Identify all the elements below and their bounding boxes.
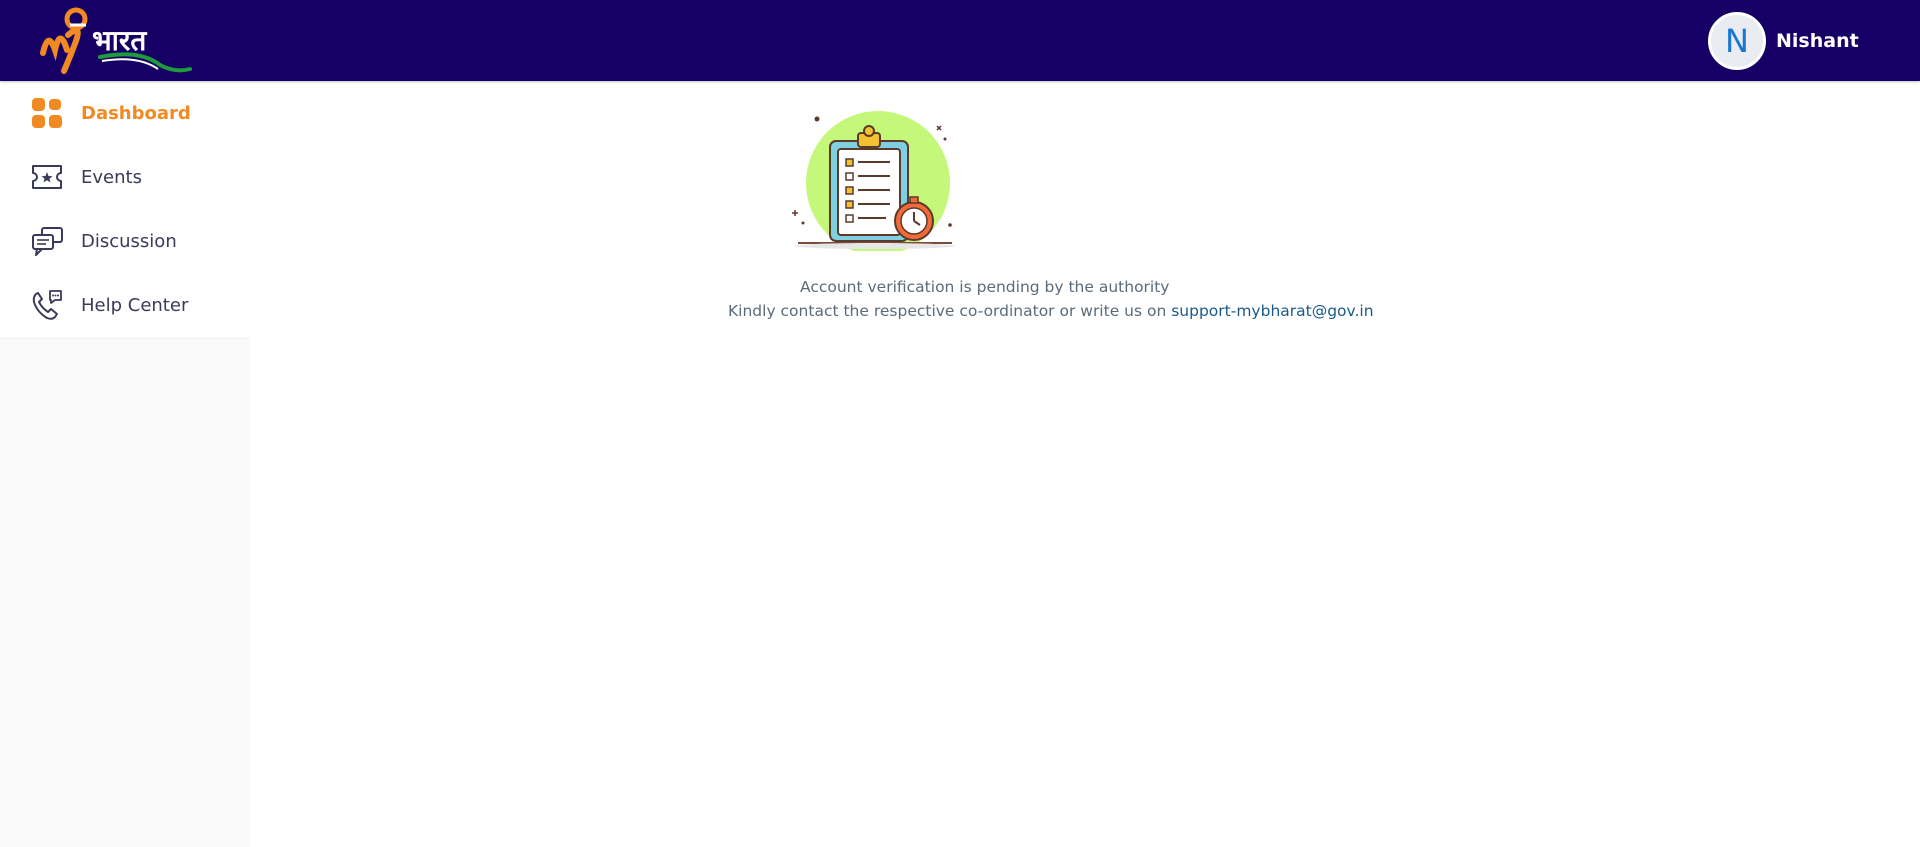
sidebar-item-label: Dashboard (81, 102, 191, 124)
mybharat-logo[interactable]: भारत (40, 5, 195, 75)
user-profile[interactable]: N Nishant (1708, 11, 1859, 70)
dashboard-grid-icon (30, 96, 64, 130)
main-content: Account verification is pending by the a… (250, 81, 1920, 847)
contact-instruction: Kindly contact the respective co-ordinat… (728, 302, 1374, 320)
sidebar-item-dashboard[interactable]: Dashboard (0, 81, 250, 145)
pending-status-text: Account verification is pending by the a… (800, 278, 1170, 296)
ticket-icon (30, 160, 64, 194)
sidebar-item-discussion[interactable]: Discussion (0, 209, 250, 273)
svg-text:भारत: भारत (92, 24, 147, 57)
sidebar-item-help-center[interactable]: Help Center (0, 273, 250, 337)
clipboard-checklist-stopwatch-icon (792, 111, 955, 251)
avatar[interactable]: N (1708, 11, 1766, 70)
sidebar: Dashboard Events Discussion Help Center (0, 81, 250, 847)
sidebar-item-events[interactable]: Events (0, 145, 250, 209)
top-header: भारत N Nishant (0, 0, 1920, 81)
sidebar-menu: Dashboard Events Discussion Help Center (0, 81, 250, 339)
contact-instruction-text: Kindly contact the respective co-ordinat… (728, 302, 1167, 320)
phone-chat-icon (30, 288, 64, 322)
chat-bubbles-icon (30, 224, 64, 258)
sidebar-item-label: Help Center (81, 294, 189, 316)
sidebar-item-label: Discussion (81, 230, 177, 252)
sidebar-item-label: Events (81, 166, 142, 188)
user-name[interactable]: Nishant (1776, 30, 1859, 52)
support-email-link[interactable]: support-mybharat@gov.in (1171, 302, 1373, 320)
